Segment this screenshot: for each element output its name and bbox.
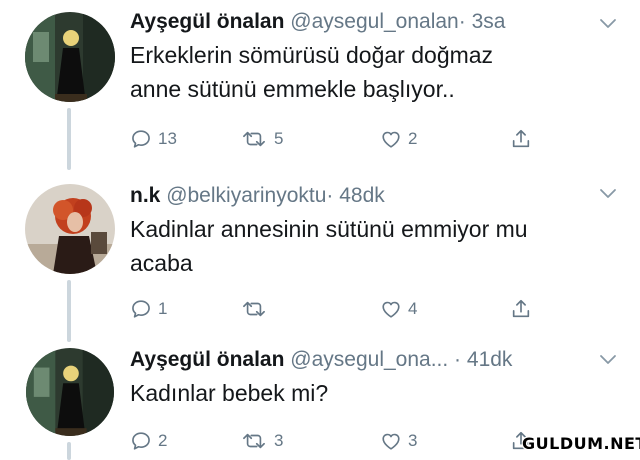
reply-icon	[130, 128, 152, 150]
reply-icon	[130, 430, 152, 452]
separator-dot: ·	[326, 184, 334, 207]
retweet-button[interactable]	[240, 294, 274, 324]
avatar[interactable]	[26, 348, 114, 436]
username-handle[interactable]: @aysegul_ona...	[290, 348, 448, 371]
avatar-image	[25, 184, 115, 274]
like-count: 3	[408, 431, 418, 450]
display-name[interactable]: Ayşegül önalan	[130, 348, 284, 371]
reply-count: 13	[158, 129, 177, 148]
like-icon	[380, 128, 402, 150]
share-icon	[510, 128, 532, 150]
retweet-count: 3	[274, 431, 284, 450]
timestamp[interactable]: 3sa	[472, 10, 506, 33]
tweet-text: Kadınlar bebek mi?	[130, 376, 620, 410]
avatar[interactable]	[25, 184, 115, 274]
thread-connector-line	[67, 442, 71, 460]
thread-connector-line	[67, 280, 71, 342]
retweet-button[interactable]: 3	[240, 426, 283, 456]
share-button[interactable]	[510, 294, 532, 324]
chevron-down-icon[interactable]	[596, 352, 620, 368]
tweet-text: Kadinlar annesinin sütünü emmiyor mu aca…	[130, 212, 620, 280]
tweet-header: Ayşegül önalan @aysegul_onalan· 3sa	[130, 8, 600, 36]
like-icon	[380, 298, 402, 320]
tweet-text-line: Kadinlar annesinin sütünü emmiyor mu	[130, 216, 528, 242]
retweet-count: 5	[274, 129, 284, 148]
reply-button[interactable]: 2	[130, 426, 167, 456]
retweet-icon	[240, 128, 268, 150]
chevron-down-icon[interactable]	[596, 186, 620, 202]
tweet-text-line: Kadınlar bebek mi?	[130, 380, 329, 406]
avatar-image	[26, 348, 114, 436]
tweet-header: n.k @belkiyarinyoktu· 48dk	[130, 182, 600, 210]
avatar[interactable]	[25, 12, 115, 102]
like-count: 2	[408, 129, 418, 148]
tweet-text: Erkeklerin sömürüsü doğar doğmaz anne sü…	[130, 38, 620, 106]
tweet-actions: 2 3 3	[130, 426, 530, 456]
separator-dot: ·	[458, 10, 466, 33]
tweet-text-line: acaba	[130, 250, 193, 276]
timestamp[interactable]: 41dk	[467, 348, 513, 371]
avatar-image	[25, 12, 115, 102]
tweet-actions: 13 5 2	[130, 124, 530, 154]
watermark: GULDUM.NET	[522, 434, 640, 453]
retweet-icon	[240, 430, 268, 452]
tweet-text-line: Erkeklerin sömürüsü doğar doğmaz	[130, 42, 494, 68]
like-button[interactable]: 4	[380, 294, 417, 324]
retweet-button[interactable]: 5	[240, 124, 283, 154]
retweet-icon	[240, 298, 268, 320]
tweet-thread: Ayşegül önalan @aysegul_onalan· 3sa Erke…	[0, 0, 640, 460]
username-handle[interactable]: @belkiyarinyoktu	[166, 184, 326, 207]
tweet-actions: 1 4	[130, 294, 530, 324]
chevron-down-icon[interactable]	[596, 16, 620, 32]
tweet-header: Ayşegül önalan @aysegul_ona... · 41dk	[130, 346, 600, 374]
reply-icon	[130, 298, 152, 320]
reply-button[interactable]: 1	[130, 294, 167, 324]
tweet[interactable]: n.k @belkiyarinyoktu· 48dk Kadinlar anne…	[0, 172, 640, 344]
like-count: 4	[408, 299, 418, 318]
reply-count: 1	[158, 299, 168, 318]
display-name[interactable]: Ayşegül önalan	[130, 10, 284, 33]
tweet[interactable]: Ayşegül önalan @aysegul_onalan· 3sa Erke…	[0, 0, 640, 172]
username-handle[interactable]: @aysegul_onalan	[290, 10, 458, 33]
timestamp[interactable]: 48dk	[339, 184, 385, 207]
display-name[interactable]: n.k	[130, 184, 160, 207]
share-icon	[510, 298, 532, 320]
share-button[interactable]	[510, 124, 532, 154]
separator-dot: ·	[454, 348, 462, 371]
reply-button[interactable]: 13	[130, 124, 177, 154]
thread-connector-line	[67, 108, 71, 170]
like-icon	[380, 430, 402, 452]
tweet-text-line: anne sütünü emmekle başlıyor..	[130, 76, 455, 102]
like-button[interactable]: 3	[380, 426, 417, 456]
like-button[interactable]: 2	[380, 124, 417, 154]
reply-count: 2	[158, 431, 168, 450]
